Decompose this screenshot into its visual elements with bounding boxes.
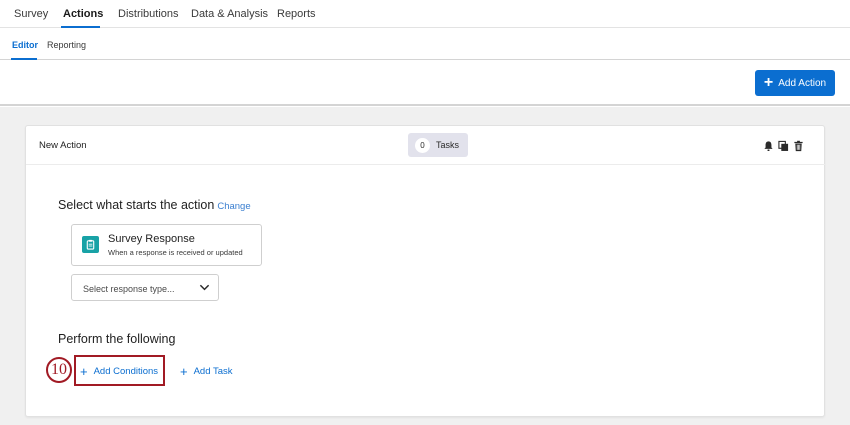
action-title[interactable]: New Action [39, 140, 87, 151]
chevron-down-icon [199, 284, 210, 291]
trigger-title: Survey Response [108, 233, 195, 245]
add-action-label: Add Action [778, 77, 827, 89]
add-conditions-label: Add Conditions [93, 366, 159, 377]
add-task-button[interactable]: + Add Task [180, 365, 233, 378]
plus-icon: + [180, 364, 188, 379]
step-number-badge: 10 [46, 357, 72, 383]
clipboard-icon [82, 236, 99, 253]
tab-reporting[interactable]: Reporting [47, 40, 86, 50]
tab-editor[interactable]: Editor [12, 40, 38, 50]
toolbar: + Add Action [0, 60, 850, 106]
trigger-heading-text: Select what starts the action [58, 198, 215, 212]
sub-nav: Editor Reporting [0, 28, 850, 60]
plus-icon: + [763, 74, 774, 91]
tab-distributions[interactable]: Distributions [118, 8, 179, 20]
top-nav: Survey Actions Distributions Data & Anal… [0, 0, 850, 28]
add-conditions-button[interactable]: + Add Conditions [80, 365, 158, 378]
card-header-icons [763, 140, 804, 152]
tasks-badge: 0 Tasks [408, 133, 468, 157]
tasks-label: Tasks [436, 140, 460, 150]
add-task-label: Add Task [193, 366, 233, 377]
trigger-card[interactable]: Survey Response When a response is recei… [71, 224, 262, 266]
plus-icon: + [80, 364, 88, 379]
trigger-subtitle: When a response is received or updated [108, 248, 243, 257]
tab-data-analysis[interactable]: Data & Analysis [191, 8, 268, 20]
response-type-select[interactable]: Select response type... [71, 274, 219, 301]
action-card-header: New Action 0 Tasks [26, 126, 826, 165]
select-placeholder: Select response type... [83, 284, 175, 294]
trash-icon[interactable] [793, 140, 804, 152]
change-link[interactable]: Change [217, 201, 250, 212]
tab-reports[interactable]: Reports [277, 8, 316, 20]
copy-icon[interactable] [778, 140, 789, 152]
trigger-section-heading: Select what starts the action Change [58, 198, 251, 212]
add-action-button[interactable]: + Add Action [755, 70, 835, 96]
bell-icon[interactable] [763, 140, 774, 152]
tab-survey[interactable]: Survey [14, 8, 48, 20]
perform-section-heading: Perform the following [58, 332, 176, 346]
tab-actions[interactable]: Actions [63, 8, 103, 20]
tasks-count: 0 [415, 137, 430, 153]
